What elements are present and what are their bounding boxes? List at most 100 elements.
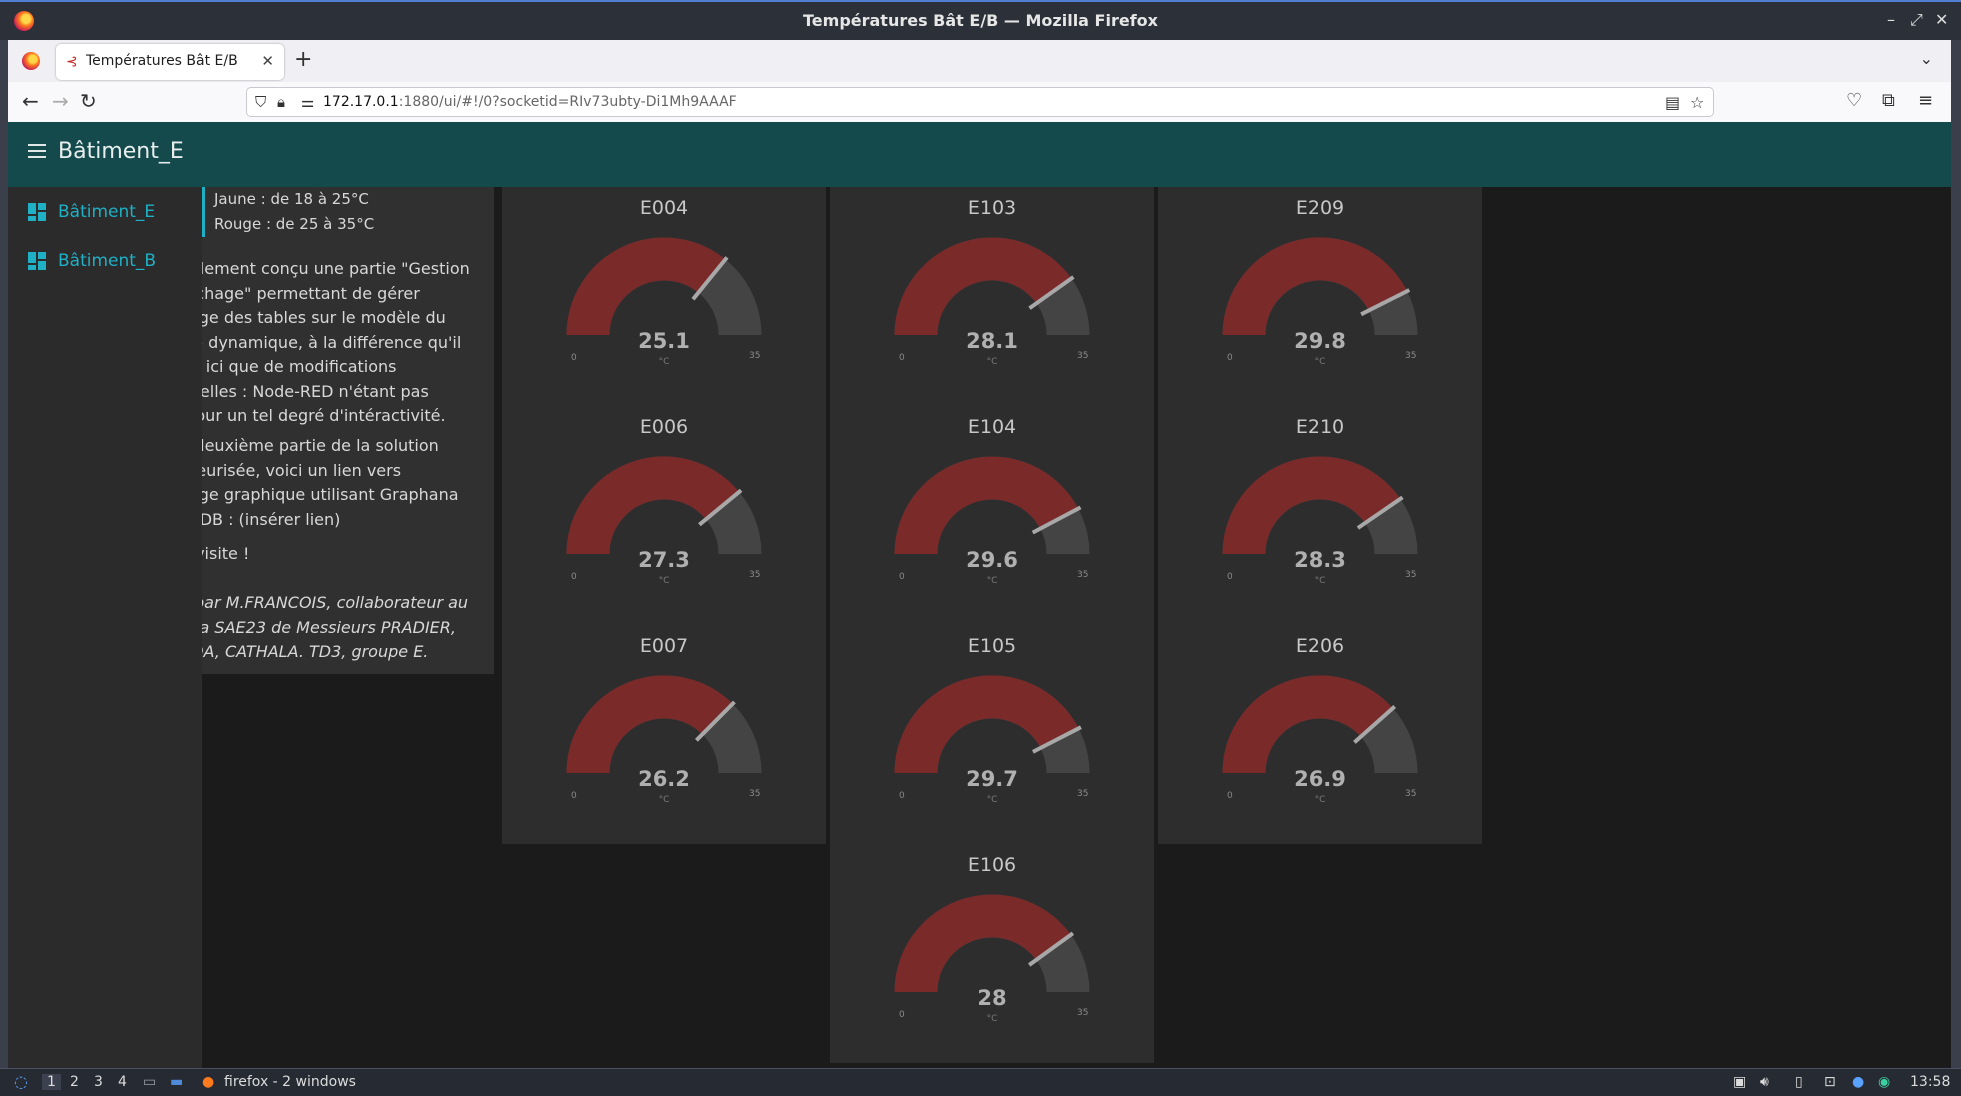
sidebar-item-batiment-e[interactable]: Bâtiment_E: [28, 197, 155, 227]
volume-icon[interactable]: 🔊︎: [1760, 1074, 1769, 1090]
gauge-fill: [894, 456, 1079, 555]
minimize-icon[interactable]: –: [1887, 10, 1895, 29]
firefox-view-icon[interactable]: [22, 52, 40, 70]
vpn-icon[interactable]: ◉: [1878, 1074, 1890, 1090]
gauge-value: 28.1: [966, 329, 1018, 353]
tab-label: Températures Bât E/B: [86, 53, 238, 69]
reader-view-icon[interactable]: ▤: [1665, 93, 1680, 112]
lock-icon[interactable]: 🔒︎: [277, 93, 285, 111]
credit-text: çu par M.FRANCOIS, collaborateur au de l…: [202, 593, 469, 661]
gauge-fill: [566, 675, 733, 774]
gauge-title: E105: [967, 635, 1017, 657]
gauge-value: 28: [977, 986, 1007, 1010]
gauge-min: 0: [571, 791, 577, 801]
back-icon[interactable]: ←: [22, 89, 39, 113]
gauge-value: 29.6: [966, 548, 1018, 572]
gauge-title: E210: [1295, 416, 1345, 438]
gauge-max: 35: [749, 351, 761, 361]
workspace-2[interactable]: 2: [70, 1074, 79, 1090]
gauge-unit: °C: [986, 1014, 998, 1024]
gauge-fill: [566, 456, 740, 555]
new-tab-icon[interactable]: +: [294, 47, 312, 72]
gauge-value: 25.1: [638, 329, 690, 353]
bookmark-star-icon[interactable]: ☆: [1690, 93, 1704, 112]
sidebar-item-batiment-b[interactable]: Bâtiment_B: [28, 246, 156, 276]
tray-update-icon[interactable]: ▣: [1733, 1074, 1746, 1090]
clock: 13:58: [1910, 1074, 1951, 1090]
gauge-min: 0: [1227, 353, 1233, 363]
file-manager-icon[interactable]: ▭: [143, 1074, 156, 1090]
gauge-min: 0: [899, 353, 905, 363]
gauge-min: 0: [571, 572, 577, 582]
close-window-icon[interactable]: ✕: [1935, 10, 1948, 29]
forward-icon[interactable]: →: [52, 89, 69, 113]
gauge-max: 35: [1077, 1008, 1089, 1018]
gauge-value: 29.7: [966, 767, 1018, 791]
tab-active[interactable]: ⊰ Températures Bât E/B ✕: [56, 44, 284, 80]
gauge-max: 35: [749, 570, 761, 580]
url-path: :1880/ui/#!/0?socketid=RIv73ubty-Di1Mh9A…: [398, 94, 737, 110]
reload-icon[interactable]: ↻: [80, 89, 97, 113]
gauge-unit: °C: [986, 576, 998, 586]
gauge-fill: [1222, 675, 1393, 774]
dashboard-icon: [28, 252, 46, 270]
menu-icon[interactable]: [28, 144, 46, 158]
gauge-group: E209 29.8 °C 0 35 E210 28.3 °C 0 35 E206 26.9 °C 0 35: [1158, 187, 1482, 844]
gauge-value: 26.2: [638, 767, 690, 791]
gauge-e004: E004 25.1 °C 0 35: [502, 187, 826, 406]
gauge-e007: E007 26.2 °C 0 35: [502, 625, 826, 844]
maximize-icon[interactable]: ⤢: [1910, 10, 1923, 30]
shield-icon[interactable]: ⛉: [255, 93, 266, 111]
gauge-unit: °C: [658, 576, 670, 586]
info-paragraphs: également conçu une partie "Gestion affi…: [202, 187, 494, 674]
firefox-task-icon[interactable]: ●: [202, 1074, 214, 1090]
gauge-unit: °C: [1314, 795, 1326, 805]
dashboard-toolbar: Bâtiment_E: [8, 122, 1951, 187]
gauge-max: 35: [1077, 570, 1089, 580]
gauge-unit: °C: [1314, 357, 1326, 367]
tab-close-icon[interactable]: ✕: [261, 52, 274, 70]
gauge-e210: E210 28.3 °C 0 35: [1158, 406, 1482, 625]
gauge-unit: °C: [658, 795, 670, 805]
clipboard-icon[interactable]: ▯: [1795, 1074, 1803, 1090]
url-text: 172.17.0.1:1880/ui/#!/0?socketid=RIv73ub…: [323, 94, 737, 110]
gauge-group: E103 28.1 °C 0 35 E104 29.6 °C 0 35 E105 29.7 °C 0 35 E…: [830, 187, 1154, 1063]
notification-icon[interactable]: ●: [1852, 1074, 1864, 1090]
gauge-max: 35: [1405, 789, 1417, 799]
url-host: 172.17.0.1: [323, 94, 399, 110]
window-title: Températures Bât E/B — Mozilla Firefox: [803, 11, 1158, 30]
gauge-e104: E104 29.6 °C 0 35: [830, 406, 1154, 625]
info-paragraph: la deuxième partie de la solution teneur…: [202, 436, 459, 529]
workspace-3[interactable]: 3: [94, 1074, 103, 1090]
extensions-icon[interactable]: ⧉: [1882, 90, 1895, 111]
gauge-max: 35: [1405, 351, 1417, 361]
gauge-max: 35: [1405, 570, 1417, 580]
gauge-max: 35: [1077, 789, 1089, 799]
pocket-icon[interactable]: ♡: [1846, 90, 1862, 111]
start-menu-icon[interactable]: ◌: [14, 1072, 28, 1091]
taskbar-app-firefox[interactable]: firefox - 2 windows: [224, 1074, 356, 1090]
url-bar[interactable]: ⛉ 🔒︎ ⚌ 172.17.0.1:1880/ui/#!/0?socketid=…: [246, 87, 1714, 117]
gauge-title: E104: [967, 416, 1017, 438]
gauge-min: 0: [899, 1010, 905, 1020]
taskbar: ◌ 1 2 3 4 ▭ ▬ ● firefox - 2 windows ▣ 🔊︎…: [0, 1068, 1961, 1096]
gauge-max: 35: [1077, 351, 1089, 361]
gauge-value: 28.3: [1294, 548, 1346, 572]
gauge-title: E004: [639, 197, 689, 219]
list-tabs-icon[interactable]: ⌄: [1920, 49, 1933, 68]
app-menu-icon[interactable]: ≡: [1918, 90, 1933, 111]
sidebar-item-label: Bâtiment_B: [58, 251, 157, 271]
gauge-e006: E006 27.3 °C 0 35: [502, 406, 826, 625]
gauge-title: E209: [1295, 197, 1345, 219]
browser-window: ⊰ Températures Bât E/B ✕ + ⌄ ← → ↻ ⛉ 🔒︎ …: [8, 40, 1951, 1068]
permissions-icon[interactable]: ⚌: [301, 93, 314, 111]
workspace-1[interactable]: 1: [42, 1074, 61, 1090]
show-desktop-icon[interactable]: ▬: [170, 1074, 183, 1090]
gauge-title: E006: [639, 416, 689, 438]
network-icon[interactable]: ⊡: [1824, 1074, 1836, 1090]
gauge-fill: [1222, 237, 1408, 336]
workspace-4[interactable]: 4: [118, 1074, 127, 1090]
gauge-max: 35: [749, 789, 761, 799]
dashboard: Bâtiment_E Bâtiment_E Bâtiment_B Jaune:…: [8, 122, 1951, 1068]
info-paragraph: également conçu une partie "Gestion affi…: [202, 259, 470, 425]
